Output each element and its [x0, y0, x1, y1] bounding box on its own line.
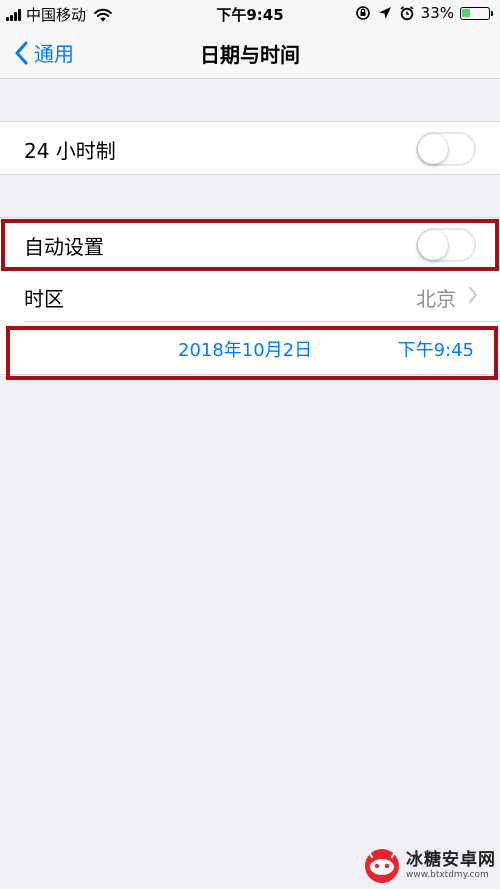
nav-bar: 通用 日期与时间: [0, 26, 500, 79]
watermark: 冰糖安卓网 www.btxtdmy.com: [364, 848, 496, 884]
hour24-label: 24 小时制: [24, 139, 116, 163]
watermark-text: 冰糖安卓网 www.btxtdmy.com: [406, 852, 496, 880]
rotation-lock-icon: [355, 6, 370, 20]
timezone-cell[interactable]: 时区 北京: [0, 270, 500, 322]
page-title: 日期与时间: [200, 43, 300, 67]
hour24-cell: 24 小时制: [0, 122, 500, 174]
battery-icon: [460, 6, 493, 20]
status-bar: 中国移动 下午9:45 33%: [0, 0, 500, 26]
auto-set-label: 自动设置: [24, 235, 104, 259]
alarm-clock-icon: [400, 6, 414, 21]
hour24-toggle[interactable]: [416, 132, 476, 166]
timezone-label: 时区: [24, 287, 64, 311]
hour24-group: 24 小时制: [0, 121, 500, 175]
status-right: 33%: [355, 4, 493, 22]
watermark-name: 冰糖安卓网: [406, 850, 496, 870]
date-value[interactable]: 2018年10月2日: [178, 336, 312, 362]
watermark-logo-icon: [365, 849, 399, 883]
chevron-right-icon: [469, 287, 477, 303]
timezone-value: 北京: [416, 287, 456, 311]
battery-percent: 33%: [420, 4, 454, 22]
location-arrow-icon: [378, 7, 391, 19]
battery-fill: [462, 8, 470, 17]
toggle-knob: [418, 230, 448, 260]
auto-set-cell: 自动设置: [0, 218, 500, 270]
time-value[interactable]: 下午9:45: [398, 336, 474, 362]
toggle-knob: [418, 134, 448, 164]
date-time-cell[interactable]: 2018年10月2日 下午9:45: [0, 322, 500, 374]
datetime-group: 自动设置 时区 北京 2018年10月2日 下午9:45: [0, 217, 500, 375]
auto-set-toggle[interactable]: [416, 228, 476, 262]
watermark-url: www.btxtdmy.com: [406, 870, 489, 880]
